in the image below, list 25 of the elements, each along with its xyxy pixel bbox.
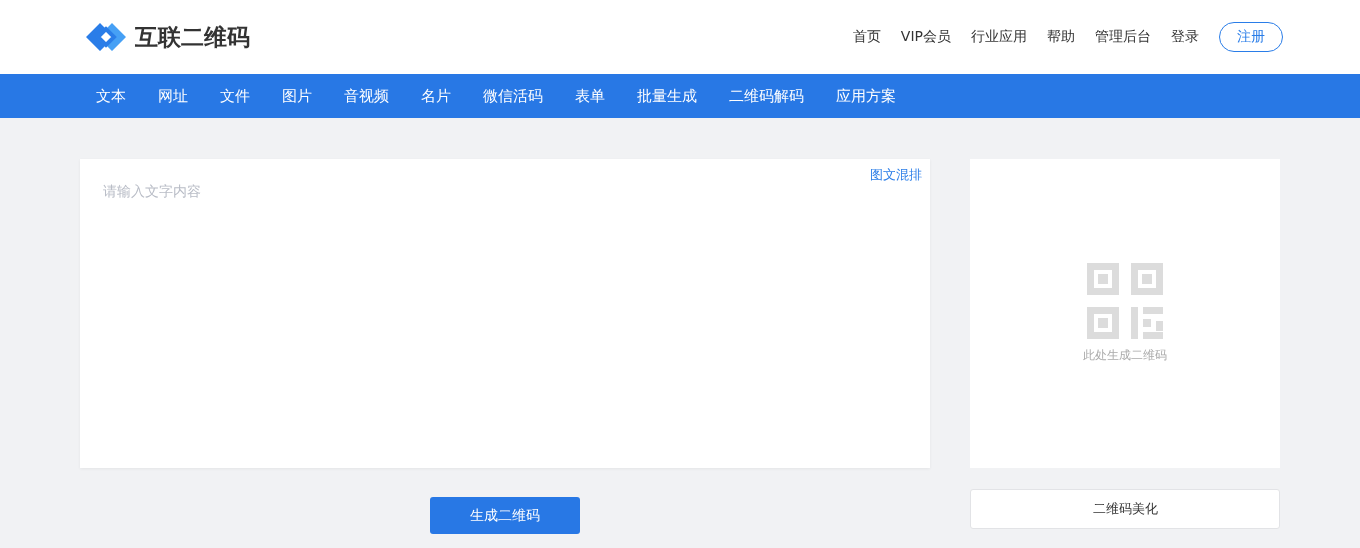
- beautify-button[interactable]: 二维码美化: [970, 489, 1280, 529]
- nav-tab[interactable]: 图片: [282, 86, 312, 106]
- top-nav-link[interactable]: 登录: [1171, 28, 1199, 46]
- nav-tab[interactable]: 二维码解码: [729, 86, 804, 106]
- mode-link[interactable]: 图文混排: [870, 166, 922, 184]
- qr-code-icon: [1087, 263, 1163, 339]
- nav-tab[interactable]: 批量生成: [637, 86, 697, 106]
- top-nav-link[interactable]: 管理后台: [1095, 28, 1151, 46]
- logo-text[interactable]: 互联二维码: [135, 21, 250, 53]
- nav-tab[interactable]: 文本: [96, 86, 126, 106]
- nav-tab[interactable]: 名片: [421, 86, 451, 106]
- nav-tab[interactable]: 应用方案: [836, 86, 896, 106]
- nav-tab[interactable]: 音视频: [344, 86, 389, 106]
- nav-tab[interactable]: 微信活码: [483, 86, 543, 106]
- nav-tab[interactable]: 表单: [575, 86, 605, 106]
- placeholder-text: 此处生成二维码: [1083, 347, 1167, 364]
- top-nav-link[interactable]: 首页: [852, 28, 881, 46]
- nav-tab[interactable]: 文件: [220, 86, 250, 106]
- nav-tab[interactable]: 网址: [158, 86, 188, 106]
- top-nav-link[interactable]: VIP会员: [900, 28, 951, 46]
- register-button[interactable]: 注册: [1219, 22, 1283, 52]
- top-nav-link[interactable]: 帮助: [1047, 28, 1075, 46]
- generate-button[interactable]: 生成二维码: [430, 497, 580, 534]
- text-input-area[interactable]: 图文混排 请输入文字内容: [80, 159, 930, 468]
- top-nav-link[interactable]: 行业应用: [971, 28, 1027, 46]
